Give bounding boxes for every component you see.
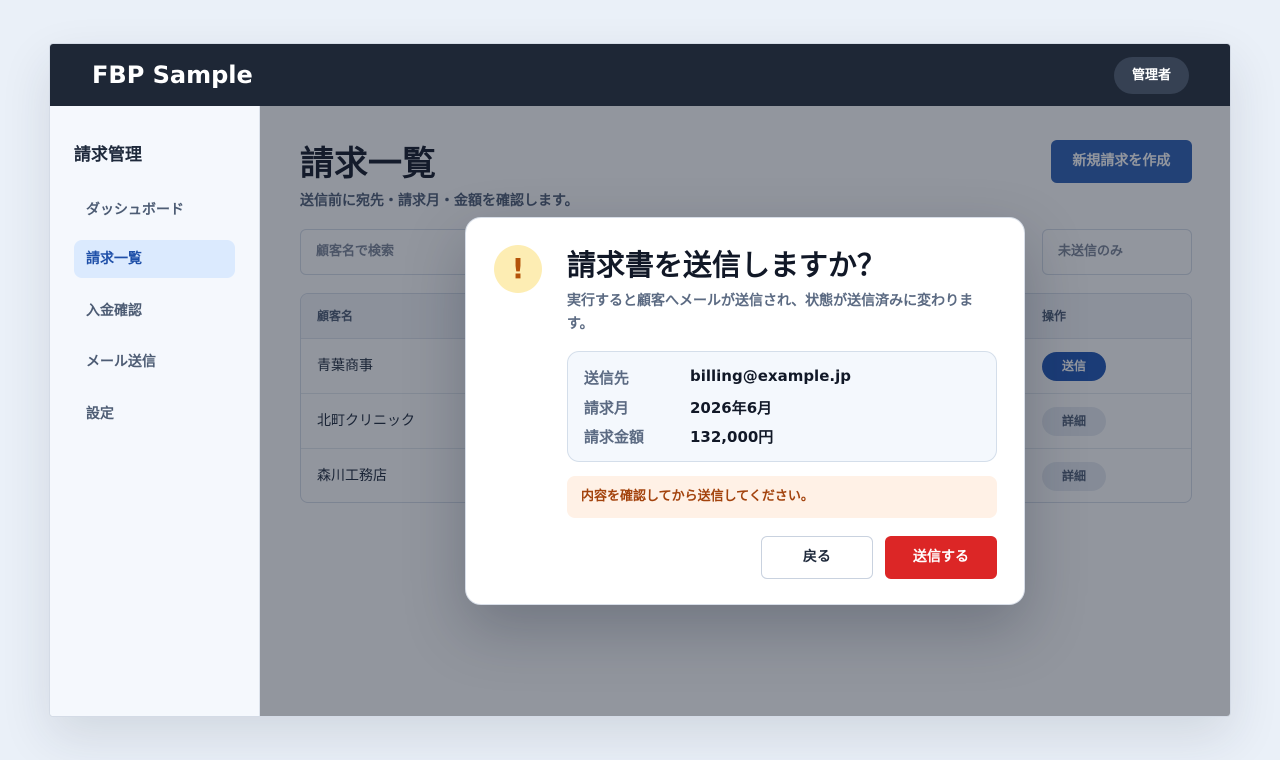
amount-value: 132,000円 bbox=[690, 428, 774, 446]
billing-month-label: 請求月 bbox=[584, 399, 630, 417]
brand-logo: FBP Sample bbox=[92, 61, 253, 89]
recipient-label: 送信先 bbox=[584, 369, 630, 387]
sidebar-item-dashboard[interactable]: ダッシュボード bbox=[74, 191, 235, 229]
billing-month-value: 2026年6月 bbox=[690, 399, 773, 417]
send-button[interactable]: 送信する bbox=[885, 536, 997, 579]
sidebar-item-invoices[interactable]: 請求一覧 bbox=[74, 240, 235, 278]
confirmation-warning: 内容を確認してから送信してください。 bbox=[567, 476, 997, 518]
dialog-title: 請求書を送信しますか？ bbox=[567, 248, 887, 282]
sidebar-item-payments[interactable]: 入金確認 bbox=[74, 292, 235, 330]
recipient-value: billing@example.jp bbox=[690, 367, 851, 385]
back-button[interactable]: 戻る bbox=[761, 536, 873, 579]
dialog-description: 実行すると顧客へメールが送信され、状態が送信済みに変わります。 bbox=[567, 293, 974, 332]
sidebar-title: 請求管理 bbox=[74, 145, 142, 165]
warning-icon: ! bbox=[494, 245, 542, 293]
sidebar: 請求管理 ダッシュボード 請求一覧 入金確認 メール送信 設定 bbox=[50, 106, 260, 716]
confirm-send-dialog: ! 請求書を送信しますか？ 実行すると顧客へメールが送信され、状態が送信済みに変… bbox=[465, 217, 1025, 605]
invoice-summary-box: 送信先 billing@example.jp 請求月 2026年6月 請求金額 … bbox=[567, 351, 997, 462]
sidebar-item-mail[interactable]: メール送信 bbox=[74, 343, 235, 381]
amount-label: 請求金額 bbox=[584, 428, 645, 446]
user-menu-button[interactable]: 管理者 bbox=[1113, 57, 1189, 94]
sidebar-item-settings[interactable]: 設定 bbox=[74, 395, 235, 433]
top-bar: FBP Sample 管理者 bbox=[50, 44, 1230, 106]
